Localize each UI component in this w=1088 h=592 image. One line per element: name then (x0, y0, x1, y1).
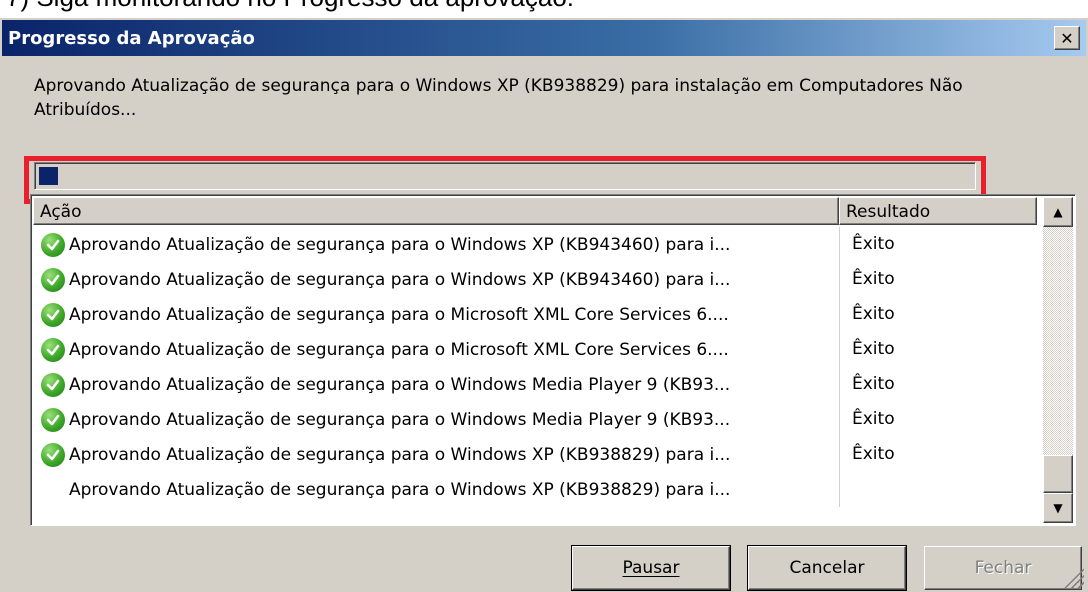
result-cell: Êxito (839, 367, 1029, 402)
arrow-down-icon: ▼ (1053, 501, 1063, 515)
close-button-label: Fechar (974, 558, 1032, 578)
result-cell (839, 472, 1029, 507)
scroll-up-button[interactable]: ▲ (1043, 197, 1073, 227)
success-check-icon (41, 407, 65, 432)
action-text: Aprovando Atualização de segurança para … (69, 444, 731, 465)
scroll-thumb[interactable] (1043, 455, 1073, 493)
action-text: Aprovando Atualização de segurança para … (69, 339, 729, 360)
list-item[interactable]: Aprovando Atualização de segurança para … (33, 297, 1041, 332)
empty-icon-slot (41, 478, 65, 502)
status-message: Aprovando Atualização de segurança para … (34, 76, 963, 120)
scroll-down-button[interactable]: ▼ (1043, 493, 1073, 523)
success-check-icon (41, 372, 65, 397)
column-header-action[interactable]: Ação (33, 197, 839, 225)
cancel-button[interactable]: Cancelar (748, 546, 906, 590)
action-text: Aprovando Atualização de segurança para … (69, 269, 731, 290)
list-rows: Aprovando Atualização de segurança para … (33, 227, 1041, 507)
result-cell: Êxito (839, 332, 1029, 367)
top-caption: 7) Siga monitorando no Progresso da apro… (6, 0, 574, 13)
actions-list[interactable]: Ação Resultado Aprovando Atualização de … (30, 194, 1076, 526)
success-check-icon (41, 267, 65, 292)
list-item[interactable]: Aprovando Atualização de segurança para … (33, 437, 1041, 472)
list-header: Ação Resultado (33, 197, 1043, 227)
close-window-button[interactable]: ✕ (1054, 26, 1080, 50)
column-header-result[interactable]: Resultado (839, 197, 1037, 225)
success-check-icon (41, 337, 65, 362)
result-cell: Êxito (839, 437, 1029, 472)
success-check-icon (41, 232, 65, 257)
list-item[interactable]: Aprovando Atualização de segurança para … (33, 402, 1041, 437)
list-item[interactable]: Aprovando Atualização de segurança para … (33, 332, 1041, 367)
action-text: Aprovando Atualização de segurança para … (69, 374, 731, 395)
action-cell: Aprovando Atualização de segurança para … (33, 407, 839, 432)
close-icon: ✕ (1060, 28, 1074, 48)
success-check-icon (41, 442, 65, 467)
approval-progress-dialog: Progresso da Aprovação ✕ Aprovando Atual… (0, 18, 1088, 592)
vertical-scrollbar[interactable]: ▲ ▼ (1043, 197, 1073, 523)
result-cell: Êxito (839, 262, 1029, 297)
action-cell: Aprovando Atualização de segurança para … (33, 372, 839, 397)
pause-button-label: Pausar (622, 558, 680, 578)
success-check-icon (41, 302, 65, 327)
window-title: Progresso da Aprovação (8, 27, 255, 49)
arrow-up-icon: ▲ (1053, 205, 1063, 219)
list-item[interactable]: Aprovando Atualização de segurança para … (33, 227, 1041, 262)
resize-grip[interactable] (1062, 566, 1084, 588)
cancel-button-label: Cancelar (789, 558, 865, 578)
action-cell: Aprovando Atualização de segurança para … (33, 442, 839, 467)
action-cell: Aprovando Atualização de segurança para … (33, 478, 839, 502)
result-cell: Êxito (839, 402, 1029, 437)
action-text: Aprovando Atualização de segurança para … (69, 409, 731, 430)
action-cell: Aprovando Atualização de segurança para … (33, 337, 839, 362)
close-button: Fechar (924, 546, 1082, 590)
list-item[interactable]: Aprovando Atualização de segurança para … (33, 367, 1041, 402)
pause-button[interactable]: Pausar (572, 546, 730, 590)
result-cell: Êxito (839, 297, 1029, 332)
action-cell: Aprovando Atualização de segurança para … (33, 302, 839, 327)
action-text: Aprovando Atualização de segurança para … (69, 479, 731, 500)
list-item[interactable]: Aprovando Atualização de segurança para … (33, 472, 1041, 507)
action-text: Aprovando Atualização de segurança para … (69, 304, 729, 325)
action-cell: Aprovando Atualização de segurança para … (33, 232, 839, 257)
action-text: Aprovando Atualização de segurança para … (69, 234, 731, 255)
result-cell: Êxito (839, 227, 1029, 262)
title-bar[interactable]: Progresso da Aprovação ✕ (2, 20, 1086, 56)
action-cell: Aprovando Atualização de segurança para … (33, 267, 839, 292)
list-item[interactable]: Aprovando Atualização de segurança para … (33, 262, 1041, 297)
